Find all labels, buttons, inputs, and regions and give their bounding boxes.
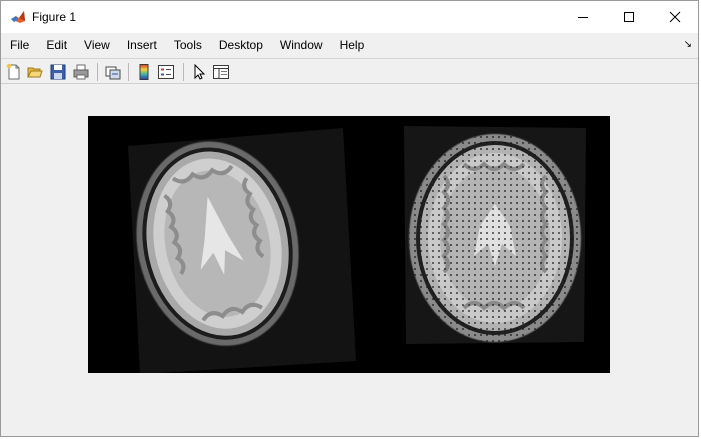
title-bar[interactable]: Figure 1: [1, 1, 698, 33]
toolbar-separator: [183, 63, 184, 81]
maximize-button[interactable]: [606, 1, 652, 33]
save-figure-icon[interactable]: [49, 63, 67, 81]
figure-canvas[interactable]: [1, 85, 698, 436]
minimize-icon: [578, 17, 588, 18]
menu-edit[interactable]: Edit: [37, 38, 75, 52]
toolbar-separator: [128, 63, 129, 81]
print-figure-icon[interactable]: [72, 63, 90, 81]
figure-toolbar: [1, 58, 698, 84]
menu-file[interactable]: File: [1, 38, 37, 52]
menu-view[interactable]: View: [75, 38, 118, 52]
mri-brain-images: [128, 126, 586, 374]
insert-colorbar-icon[interactable]: [135, 63, 153, 81]
edit-plot-icon[interactable]: [190, 63, 208, 81]
left-mri-slice: [128, 128, 356, 374]
toolbar-separator: [97, 63, 98, 81]
open-file-icon[interactable]: [26, 63, 44, 81]
window-title: Figure 1: [32, 10, 77, 24]
menu-tools[interactable]: Tools: [165, 38, 210, 52]
dock-arrow-icon[interactable]: ↘: [684, 39, 692, 50]
new-figure-icon[interactable]: [5, 63, 23, 81]
matlab-logo-icon: [11, 11, 25, 23]
menu-bar: File Edit View Insert Tools Desktop Wind…: [1, 33, 698, 57]
menu-desktop[interactable]: Desktop: [210, 38, 271, 52]
property-inspector-icon[interactable]: [212, 63, 230, 81]
menu-help[interactable]: Help: [331, 38, 373, 52]
menu-window[interactable]: Window: [271, 38, 331, 52]
minimize-button[interactable]: [560, 1, 606, 33]
link-plot-icon[interactable]: [104, 63, 122, 81]
insert-legend-icon[interactable]: [157, 63, 175, 81]
close-icon: [669, 11, 681, 23]
right-mri-slice: [404, 126, 586, 344]
menu-insert[interactable]: Insert: [118, 38, 165, 52]
maximize-icon: [624, 12, 634, 22]
image-axes[interactable]: [88, 116, 610, 374]
figure-window: Figure 1 File Edit View Insert Tools Des…: [0, 0, 699, 437]
close-button[interactable]: [652, 1, 698, 33]
